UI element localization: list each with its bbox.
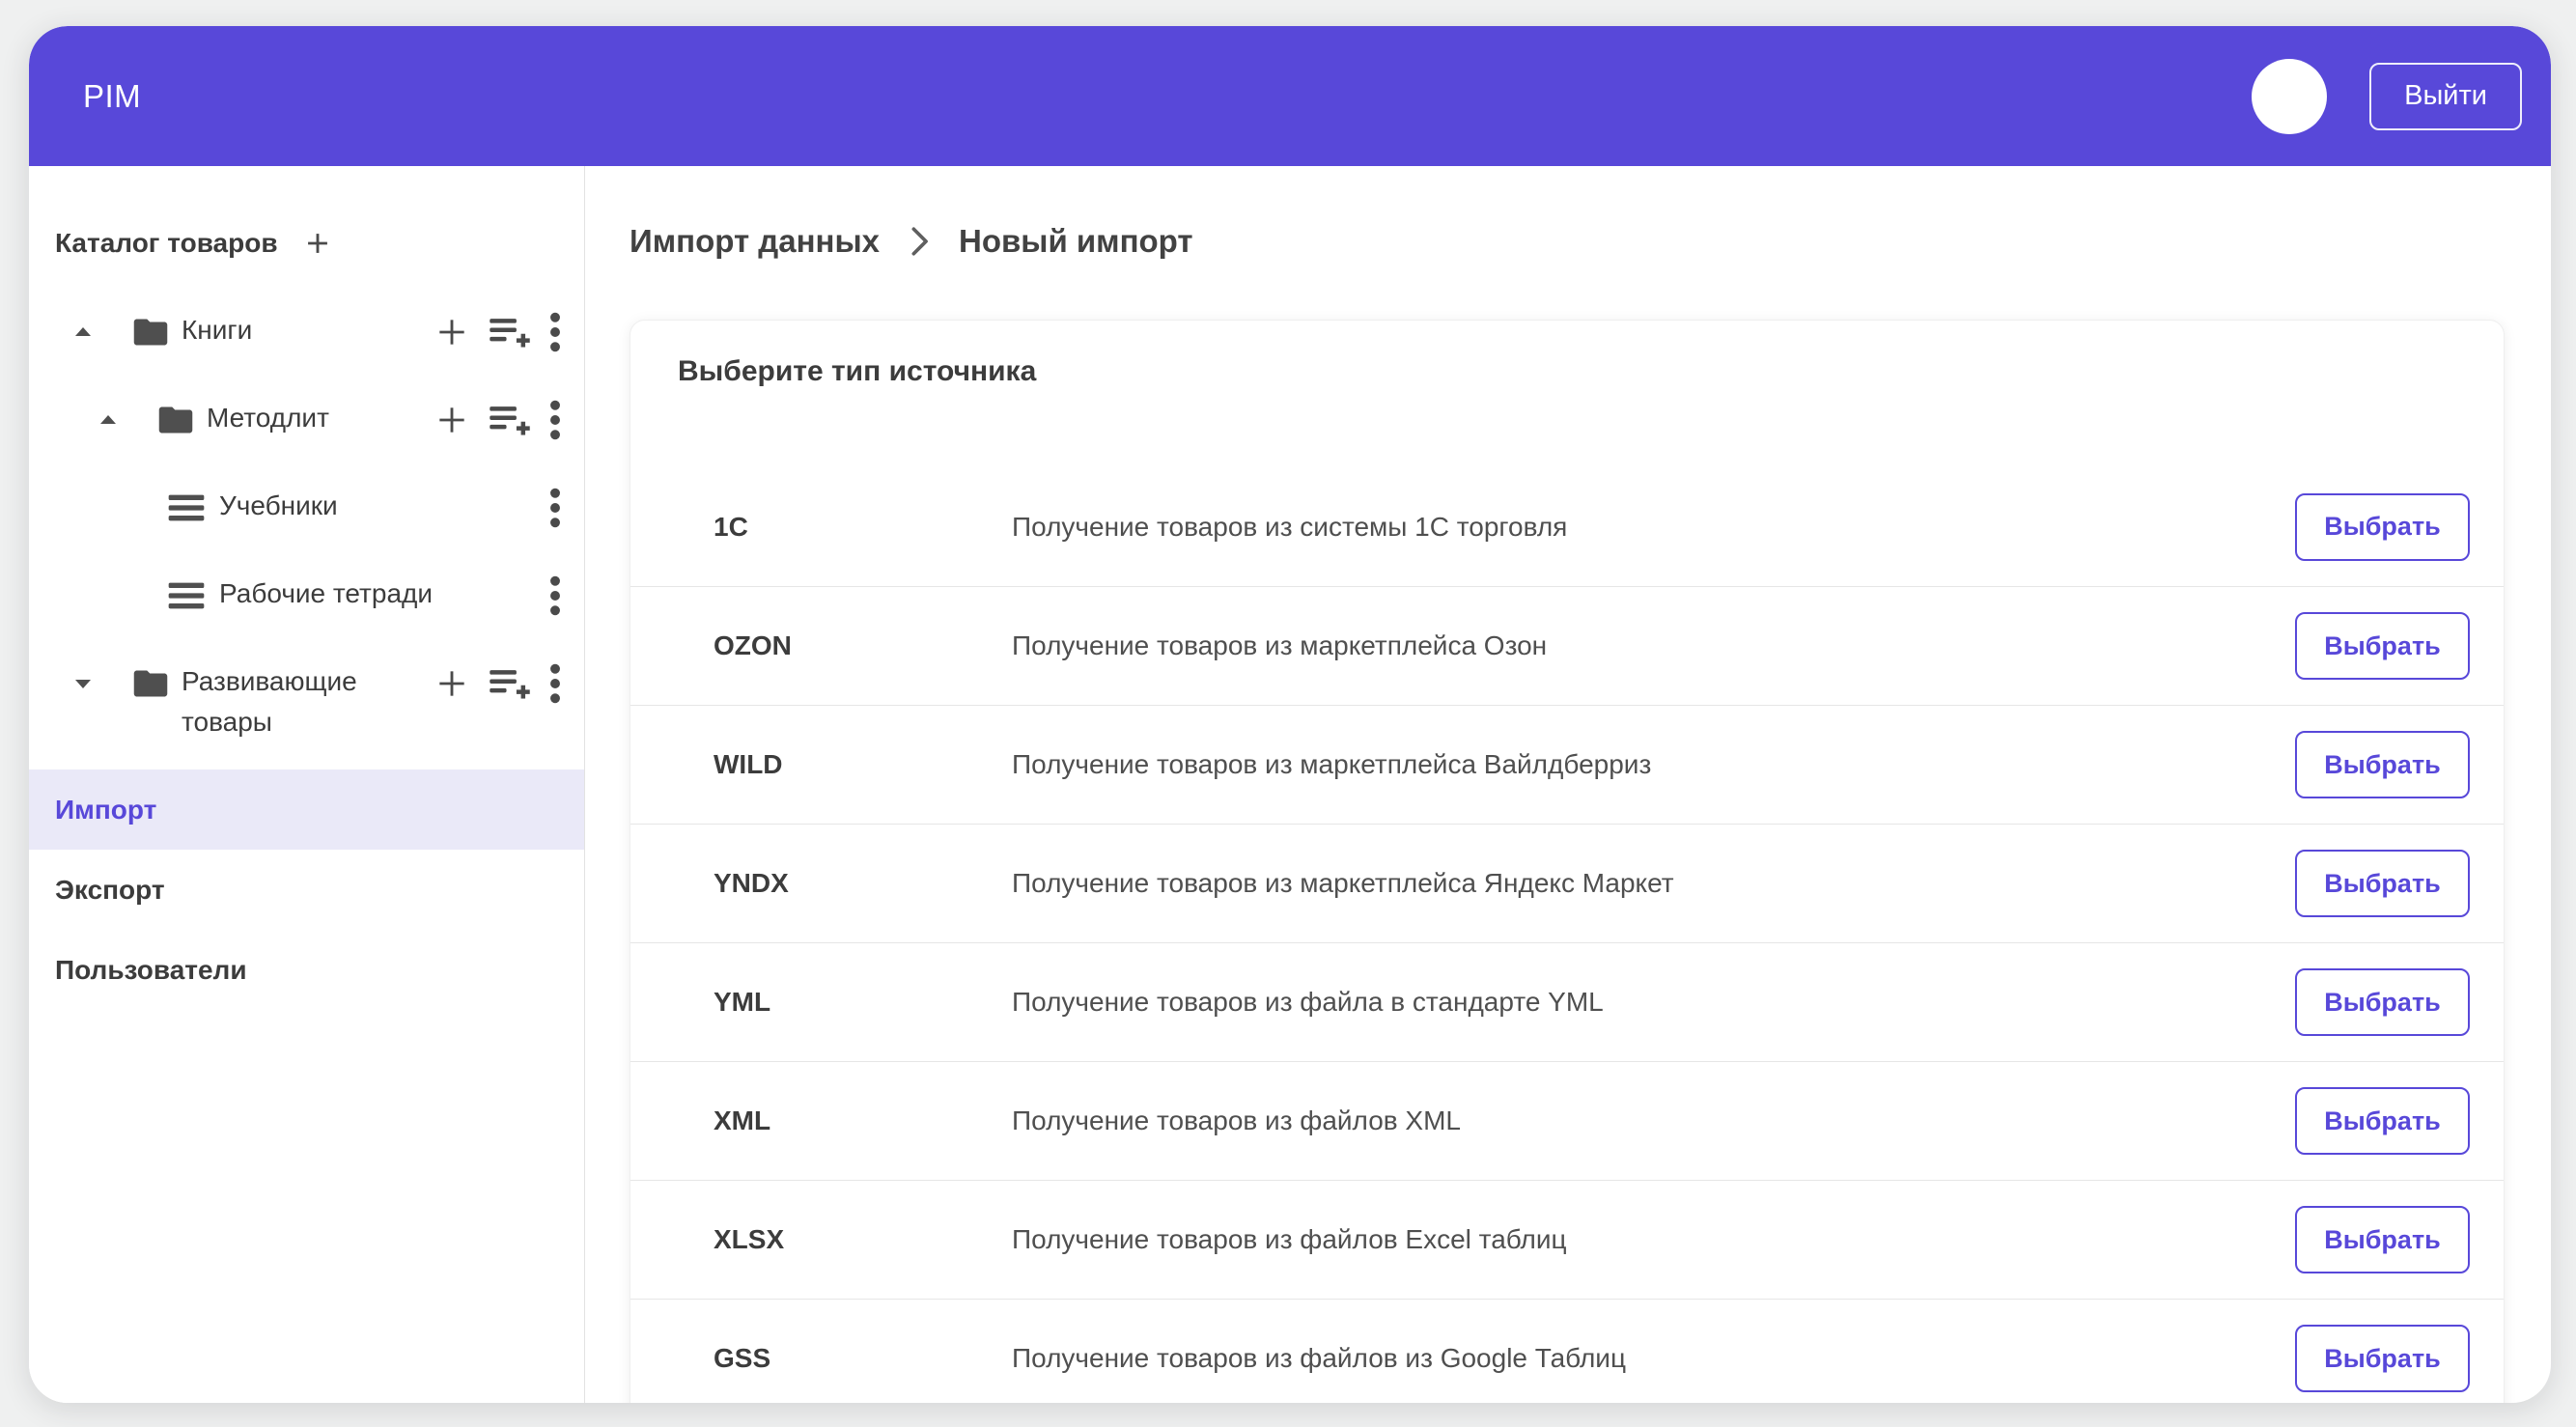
source-type-card: Выберите тип источника 1С Получение това… — [630, 320, 2505, 1403]
tree-item-actions — [549, 551, 584, 639]
chevron-right-icon — [907, 225, 932, 258]
playlist-add-icon[interactable] — [488, 402, 532, 438]
source-description: Получение товаров из файла в стандарте Y… — [1012, 987, 2295, 1018]
source-description: Получение товаров из маркетплейса Яндекс… — [1012, 868, 2295, 899]
app-window: PIM Выйти Каталог товаров Книги — [29, 26, 2551, 1403]
source-row: XLSX Получение товаров из файлов Excel т… — [630, 1180, 2504, 1299]
tree-item-label: Книги — [182, 288, 252, 350]
sidebar-nav-item-1[interactable]: Экспорт — [29, 850, 584, 930]
source-code: XML — [714, 1105, 1012, 1136]
sidebar-nav-label: Импорт — [55, 795, 156, 825]
source-code: GSS — [714, 1343, 1012, 1374]
select-source-button[interactable]: Выбрать — [2295, 493, 2470, 561]
top-bar: PIM Выйти — [29, 26, 2551, 166]
select-source-button[interactable]: Выбрать — [2295, 731, 2470, 798]
catalog-title: Каталог товаров — [55, 228, 278, 259]
catalog-tree-item[interactable]: Рабочие тетради — [29, 551, 584, 639]
tree-item-label: Рабочие тетради — [219, 551, 433, 614]
sidebar-nav: Импорт Экспорт Пользователи — [29, 769, 584, 1010]
source-description: Получение товаров из файлов Excel таблиц — [1012, 1224, 2295, 1255]
sidebar-nav-item-2[interactable]: Пользователи — [29, 930, 584, 1010]
source-row: GSS Получение товаров из файлов из Googl… — [630, 1299, 2504, 1403]
select-source-button[interactable]: Выбрать — [2295, 1325, 2470, 1392]
kebab-menu-icon[interactable] — [549, 400, 561, 440]
app-logo: PIM — [83, 78, 141, 115]
tree-item-label: Учебники — [219, 463, 338, 526]
expand-toggle-icon[interactable] — [97, 376, 120, 463]
catalog-tree-item[interactable]: Развивающие товары — [29, 639, 584, 760]
select-source-button[interactable]: Выбрать — [2295, 1087, 2470, 1155]
source-code: WILD — [714, 749, 1012, 780]
sidebar-nav-label: Экспорт — [55, 875, 165, 906]
expand-toggle-icon[interactable] — [71, 639, 95, 727]
kebab-menu-icon[interactable] — [549, 663, 561, 704]
main-content: Импорт данных Новый импорт Выберите тип … — [585, 166, 2551, 1403]
source-description: Получение товаров из маркетплейса Вайлдб… — [1012, 749, 2295, 780]
source-list: 1С Получение товаров из системы 1С торго… — [630, 467, 2504, 1403]
select-source-button[interactable]: Выбрать — [2295, 612, 2470, 680]
tree-item-label: Методлит — [207, 376, 329, 438]
source-row: WILD Получение товаров из маркетплейса В… — [630, 705, 2504, 824]
source-code: YML — [714, 987, 1012, 1018]
add-subcategory-icon[interactable] — [434, 402, 470, 438]
catalog-tree-item[interactable]: Учебники — [29, 463, 584, 551]
catalog-tree-item[interactable]: Методлит — [29, 376, 584, 463]
source-row: YML Получение товаров из файла в стандар… — [630, 942, 2504, 1061]
catalog-header: Каталог товаров — [55, 224, 584, 263]
source-code: XLSX — [714, 1224, 1012, 1255]
user-avatar[interactable] — [2252, 59, 2327, 134]
card-title: Выберите тип источника — [678, 355, 2504, 394]
add-subcategory-icon[interactable] — [434, 665, 470, 702]
node-type-icon — [167, 551, 206, 639]
sidebar-nav-label: Пользователи — [55, 955, 247, 986]
catalog-tree-item[interactable]: Книги — [29, 288, 584, 376]
tree-item-actions — [434, 288, 584, 376]
tree-item-label: Развивающие товары — [182, 639, 423, 742]
catalog-tree: Книги Методлит — [29, 288, 584, 760]
source-code: 1С — [714, 512, 1012, 543]
breadcrumb: Импорт данных Новый импорт — [630, 220, 2551, 263]
source-row: YNDX Получение товаров из маркетплейса Я… — [630, 824, 2504, 942]
tree-item-actions — [549, 463, 584, 551]
kebab-menu-icon[interactable] — [549, 312, 561, 352]
breadcrumb-item-import-data[interactable]: Импорт данных — [630, 223, 880, 260]
select-source-button[interactable]: Выбрать — [2295, 850, 2470, 917]
node-type-icon — [133, 288, 168, 376]
source-code: YNDX — [714, 868, 1012, 899]
sidebar: Каталог товаров Книги — [29, 166, 585, 1403]
source-code: OZON — [714, 630, 1012, 661]
sidebar-nav-item-0[interactable]: Импорт — [29, 769, 584, 850]
source-description: Получение товаров из файлов XML — [1012, 1105, 2295, 1136]
breadcrumb-item-new-import: Новый импорт — [959, 223, 1193, 260]
select-source-button[interactable]: Выбрать — [2295, 1206, 2470, 1273]
kebab-menu-icon[interactable] — [549, 488, 561, 528]
select-source-button[interactable]: Выбрать — [2295, 968, 2470, 1036]
add-category-icon[interactable] — [301, 227, 334, 260]
add-subcategory-icon[interactable] — [434, 314, 470, 350]
source-row: OZON Получение товаров из маркетплейса О… — [630, 586, 2504, 705]
node-type-icon — [158, 376, 193, 463]
source-description: Получение товаров из маркетплейса Озон — [1012, 630, 2295, 661]
source-description: Получение товаров из файлов из Google Та… — [1012, 1343, 2295, 1374]
node-type-icon — [167, 463, 206, 551]
tree-item-actions — [434, 639, 584, 727]
source-row: XML Получение товаров из файлов XML Выбр… — [630, 1061, 2504, 1180]
source-description: Получение товаров из системы 1С торговля — [1012, 512, 2295, 543]
playlist-add-icon[interactable] — [488, 314, 532, 350]
playlist-add-icon[interactable] — [488, 665, 532, 702]
node-type-icon — [133, 639, 168, 727]
logout-button[interactable]: Выйти — [2369, 63, 2522, 130]
expand-toggle-icon[interactable] — [71, 288, 95, 376]
kebab-menu-icon[interactable] — [549, 575, 561, 616]
app-body: Каталог товаров Книги — [29, 166, 2551, 1403]
source-row: 1С Получение товаров из системы 1С торго… — [630, 467, 2504, 586]
tree-item-actions — [434, 376, 584, 463]
